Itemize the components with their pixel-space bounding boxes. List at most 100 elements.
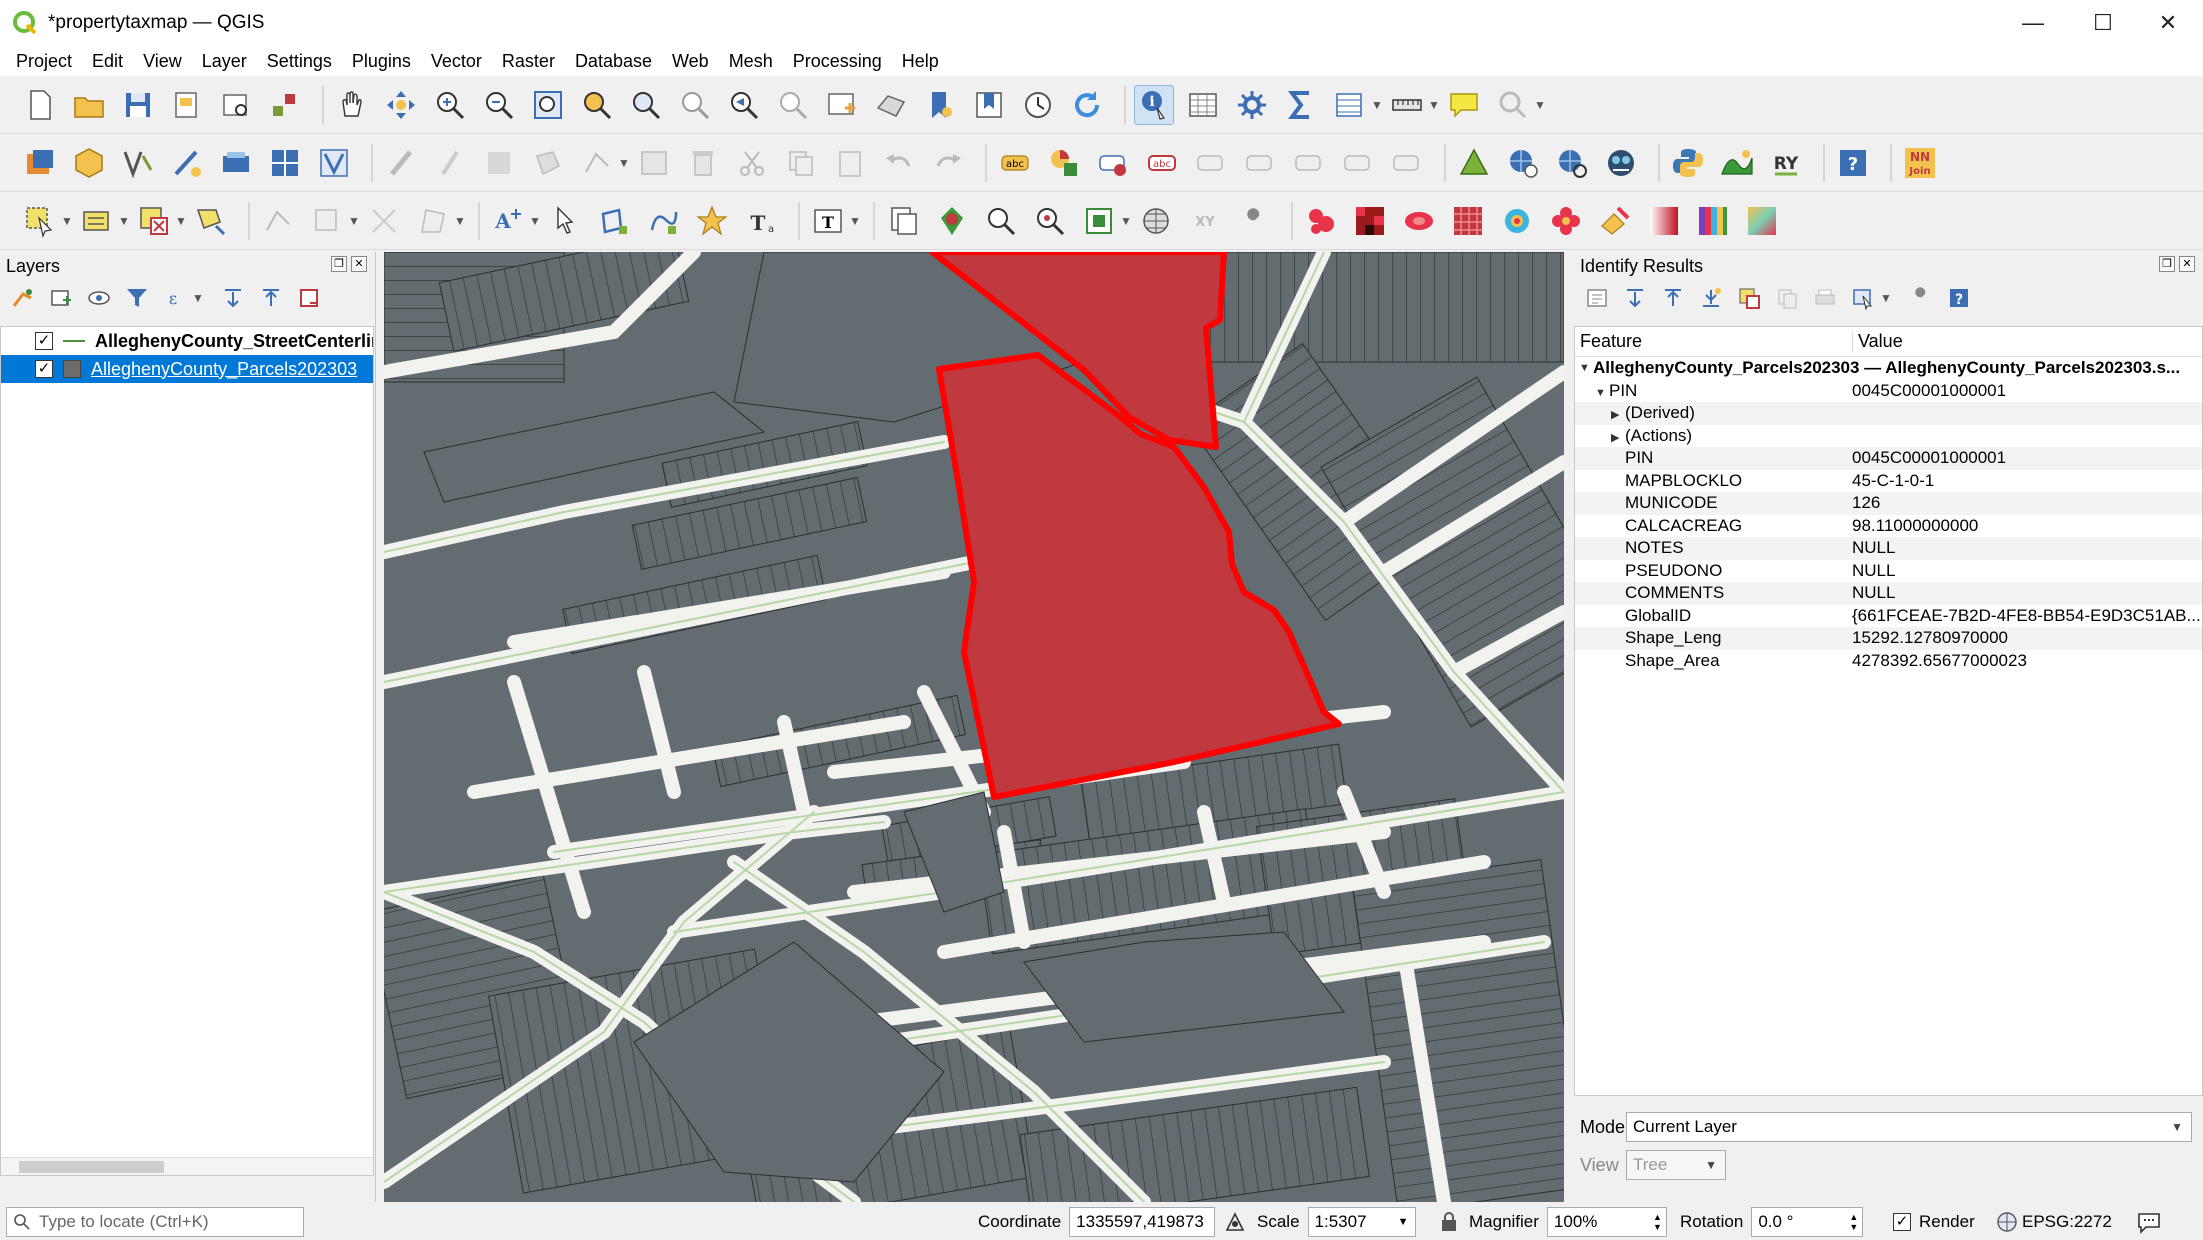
show-hide-labels-icon[interactable] bbox=[1240, 143, 1280, 183]
remove-layer-icon[interactable] bbox=[296, 285, 322, 311]
menu-view[interactable]: View bbox=[133, 51, 192, 72]
minimize-button[interactable]: — bbox=[1998, 0, 2068, 46]
create-polygon-annotation-icon[interactable] bbox=[594, 201, 634, 241]
chevron-down-icon[interactable]: ▼ bbox=[61, 214, 73, 228]
chevron-down-icon[interactable]: ▼ bbox=[1371, 98, 1383, 112]
new-spatial-bookmark-icon[interactable] bbox=[920, 85, 960, 125]
attribute-row[interactable]: Shape_Area 4278392.65677000023 bbox=[1575, 649, 2202, 672]
attribute-row[interactable]: PSEUDONO NULL bbox=[1575, 559, 2202, 582]
crs-label[interactable]: EPSG:2272 bbox=[2022, 1212, 2112, 1232]
pan-to-selection-icon[interactable] bbox=[381, 85, 421, 125]
diagram-options-icon[interactable] bbox=[1044, 143, 1084, 183]
attribute-row[interactable]: MUNICODE 126 bbox=[1575, 492, 2202, 515]
save-project-icon[interactable] bbox=[118, 85, 158, 125]
create-text-annotation-icon[interactable]: Ta bbox=[741, 201, 781, 241]
plugin-zoom-icon[interactable] bbox=[981, 201, 1021, 241]
menu-vector[interactable]: Vector bbox=[421, 51, 492, 72]
plugin-zoom-pixel-icon[interactable] bbox=[1030, 201, 1070, 241]
zoom-native-icon[interactable] bbox=[675, 85, 715, 125]
toolbox-icon[interactable] bbox=[1232, 85, 1272, 125]
undo-icon[interactable] bbox=[879, 143, 919, 183]
create-marker-annotation-icon[interactable] bbox=[692, 201, 732, 241]
close-panel-button[interactable]: ✕ bbox=[2179, 256, 2195, 272]
lock-scale-icon[interactable] bbox=[1440, 1211, 1458, 1233]
chevron-down-icon[interactable]: ▼ bbox=[192, 291, 204, 305]
attribute-row[interactable]: PIN 0045C00001000001 bbox=[1575, 447, 2202, 470]
plugin-gradient-icon[interactable] bbox=[1644, 201, 1684, 241]
attribute-row[interactable]: Shape_Leng 15292.12780970000 bbox=[1575, 627, 2202, 650]
plugin-xy-icon[interactable]: XY bbox=[1185, 201, 1225, 241]
open-attribute-table-icon[interactable] bbox=[1183, 85, 1223, 125]
plugin-texture-icon[interactable] bbox=[1448, 201, 1488, 241]
rotation-stepper[interactable]: 0.0 ° ▲ ▼ bbox=[1751, 1207, 1864, 1237]
menu-mesh[interactable]: Mesh bbox=[719, 51, 783, 72]
advanced-digitize-icon[interactable] bbox=[258, 201, 298, 241]
plugin-heatmap-grid-icon[interactable] bbox=[1350, 201, 1390, 241]
stepper-arrows-icon[interactable]: ▲ ▼ bbox=[1653, 1212, 1662, 1232]
toggle-extents-icon[interactable] bbox=[1223, 1210, 1247, 1234]
plugin-gear-color-icon[interactable] bbox=[1497, 201, 1537, 241]
zoom-to-layer-icon[interactable] bbox=[626, 85, 666, 125]
map-svg[interactable] bbox=[384, 252, 1564, 1202]
print-response-icon[interactable] bbox=[1812, 285, 1838, 311]
column-header-value[interactable]: Value bbox=[1852, 331, 2202, 352]
measure-line-icon[interactable] bbox=[1387, 85, 1427, 125]
python-console-icon[interactable] bbox=[1668, 143, 1708, 183]
pan-icon[interactable] bbox=[332, 85, 372, 125]
close-button[interactable]: ✕ bbox=[2133, 0, 2203, 46]
deselect-features-icon[interactable] bbox=[134, 201, 174, 241]
new-shapefile-layer-icon[interactable] bbox=[118, 143, 158, 183]
attribute-row[interactable]: MAPBLOCKLO 45-C-1-0-1 bbox=[1575, 469, 2202, 492]
float-panel-button[interactable]: ❐ bbox=[331, 256, 347, 272]
plugin-ry-icon[interactable]: RY bbox=[1766, 143, 1806, 183]
chevron-down-icon[interactable]: ▼ bbox=[118, 214, 130, 228]
menu-web[interactable]: Web bbox=[662, 51, 719, 72]
select-by-value-icon[interactable] bbox=[77, 201, 117, 241]
column-header-feature[interactable]: Feature bbox=[1575, 331, 1852, 352]
stepper-arrows-icon[interactable]: ▲ ▼ bbox=[1849, 1212, 1858, 1232]
show-bookmarks-icon[interactable] bbox=[969, 85, 1009, 125]
chevron-down-icon[interactable]: ▼ bbox=[1880, 291, 1892, 305]
identify-features-icon[interactable]: i bbox=[1134, 84, 1174, 125]
add-raster-layer-icon[interactable] bbox=[265, 143, 305, 183]
create-line-annotation-icon[interactable] bbox=[643, 201, 683, 241]
style-manager-icon[interactable] bbox=[265, 85, 305, 125]
layer-visibility-checkbox[interactable]: ✓ bbox=[35, 332, 53, 350]
scale-select[interactable]: 1:5307 ▼ bbox=[1307, 1207, 1416, 1237]
zoom-out-icon[interactable] bbox=[479, 85, 519, 125]
chevron-down-icon[interactable]: ▼ bbox=[1428, 98, 1440, 112]
zoom-next-icon[interactable] bbox=[773, 85, 813, 125]
layout-manager-icon[interactable] bbox=[216, 85, 256, 125]
menu-settings[interactable]: Settings bbox=[257, 51, 342, 72]
attribute-row[interactable]: COMMENTS NULL bbox=[1575, 582, 2202, 605]
plugin-color-bands-icon[interactable] bbox=[1693, 201, 1733, 241]
filter-by-expression-icon[interactable]: ε bbox=[162, 285, 188, 311]
statistical-summary-icon[interactable] bbox=[1281, 85, 1321, 125]
expand-all-icon[interactable] bbox=[1698, 285, 1724, 311]
copy-features-icon[interactable] bbox=[781, 143, 821, 183]
plugin-layout-icon[interactable] bbox=[883, 201, 923, 241]
expand-new-results-icon[interactable] bbox=[1622, 285, 1648, 311]
chevron-right-icon[interactable]: ▶ bbox=[1611, 431, 1625, 444]
menu-edit[interactable]: Edit bbox=[82, 51, 133, 72]
plugin-flower-icon[interactable] bbox=[1546, 201, 1586, 241]
plugin-globe-search-icon[interactable] bbox=[1552, 143, 1592, 183]
refresh-icon[interactable] bbox=[1067, 85, 1107, 125]
new-project-icon[interactable] bbox=[20, 85, 60, 125]
identify-settings-icon[interactable] bbox=[1908, 285, 1934, 311]
paste-features-icon[interactable] bbox=[830, 143, 870, 183]
chevron-down-icon[interactable]: ▼ bbox=[175, 214, 187, 228]
new-virtual-layer-icon[interactable] bbox=[216, 143, 256, 183]
scrollbar-thumb[interactable] bbox=[19, 1161, 164, 1173]
new-geopackage-layer-icon[interactable] bbox=[69, 143, 109, 183]
plugin-paint-icon[interactable] bbox=[1595, 201, 1635, 241]
result-actions-row[interactable]: ▶ (Actions) bbox=[1575, 424, 2202, 447]
select-features-icon[interactable] bbox=[20, 201, 60, 241]
delete-selected-icon[interactable] bbox=[683, 143, 723, 183]
rotate-label-icon[interactable] bbox=[1338, 143, 1378, 183]
collapse-tree-icon[interactable] bbox=[1660, 285, 1686, 311]
map-tips-icon[interactable] bbox=[1444, 85, 1484, 125]
select-annotation-icon[interactable] bbox=[545, 201, 585, 241]
coordinate-input[interactable]: 1335597,419873 bbox=[1069, 1207, 1216, 1237]
clear-results-icon[interactable] bbox=[1736, 285, 1762, 311]
